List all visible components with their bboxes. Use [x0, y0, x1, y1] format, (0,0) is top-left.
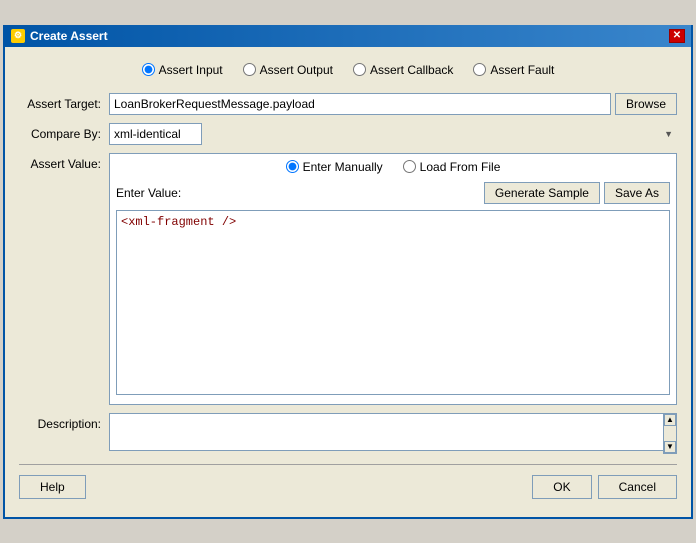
assert-input-label: Assert Input — [159, 63, 223, 77]
title-bar: ⚙ Create Assert ✕ — [5, 25, 691, 47]
close-button[interactable]: ✕ — [669, 29, 685, 43]
enter-manually-label: Enter Manually — [303, 160, 383, 174]
description-scrollbar[interactable]: ▲ ▼ — [663, 413, 677, 454]
description-input[interactable] — [109, 413, 677, 451]
footer-right-buttons: OK Cancel — [532, 475, 677, 499]
value-buttons: Generate Sample Save As — [484, 182, 670, 204]
assert-target-row: Assert Target: Browse — [19, 93, 677, 115]
title-bar-left: ⚙ Create Assert — [11, 29, 108, 43]
save-as-button[interactable]: Save As — [604, 182, 670, 204]
ok-button[interactable]: OK — [532, 475, 591, 499]
footer-row: Help OK Cancel — [19, 469, 677, 507]
compare-by-controls: xml-identical xml-similar exact contains — [109, 123, 677, 145]
assert-type-row: Assert Input Assert Output Assert Callba… — [19, 57, 677, 83]
window-title: Create Assert — [30, 29, 108, 43]
assert-fault-label: Assert Fault — [490, 63, 554, 77]
load-from-file-label: Load From File — [420, 160, 501, 174]
generate-sample-button[interactable]: Generate Sample — [484, 182, 600, 204]
assert-fault-option[interactable]: Assert Fault — [473, 63, 554, 77]
compare-by-label: Compare By: — [19, 127, 109, 141]
enter-manually-option[interactable]: Enter Manually — [286, 160, 383, 174]
assert-target-controls: Browse — [109, 93, 677, 115]
assert-output-label: Assert Output — [260, 63, 333, 77]
assert-input-option[interactable]: Assert Input — [142, 63, 223, 77]
dialog-content: Assert Input Assert Output Assert Callba… — [5, 47, 691, 517]
assert-callback-option[interactable]: Assert Callback — [353, 63, 453, 77]
compare-by-select[interactable]: xml-identical xml-similar exact contains — [109, 123, 202, 145]
scroll-down-button[interactable]: ▼ — [664, 441, 676, 453]
footer-divider — [19, 464, 677, 465]
assert-output-radio[interactable] — [243, 63, 256, 76]
create-assert-dialog: ⚙ Create Assert ✕ Assert Input Assert Ou… — [3, 25, 693, 519]
scroll-up-button[interactable]: ▲ — [664, 414, 676, 426]
help-button[interactable]: Help — [19, 475, 86, 499]
enter-manually-radio[interactable] — [286, 160, 299, 173]
description-area-wrapper: ▲ ▼ — [109, 413, 677, 454]
compare-by-row: Compare By: xml-identical xml-similar ex… — [19, 123, 677, 145]
load-from-file-radio[interactable] — [403, 160, 416, 173]
browse-button[interactable]: Browse — [615, 93, 677, 115]
assert-target-label: Assert Target: — [19, 97, 109, 111]
enter-value-row: Enter Value: Generate Sample Save As — [116, 182, 670, 204]
assert-value-label: Assert Value: — [19, 153, 109, 405]
assert-fault-radio[interactable] — [473, 63, 486, 76]
description-label: Description: — [19, 413, 109, 454]
enter-value-label: Enter Value: — [116, 186, 181, 200]
cancel-button[interactable]: Cancel — [598, 475, 677, 499]
value-source-row: Enter Manually Load From File — [116, 160, 670, 174]
assert-value-row: Assert Value: Enter Manually Load From F… — [19, 153, 677, 405]
code-editor[interactable] — [116, 210, 670, 395]
description-row: Description: ▲ ▼ — [19, 413, 677, 454]
assert-value-panel: Enter Manually Load From File Enter Valu… — [109, 153, 677, 405]
load-from-file-option[interactable]: Load From File — [403, 160, 501, 174]
assert-target-input[interactable] — [109, 93, 611, 115]
assert-callback-label: Assert Callback — [370, 63, 453, 77]
assert-output-option[interactable]: Assert Output — [243, 63, 333, 77]
compare-by-wrapper: xml-identical xml-similar exact contains — [109, 123, 677, 145]
assert-input-radio[interactable] — [142, 63, 155, 76]
window-icon: ⚙ — [11, 29, 25, 43]
assert-callback-radio[interactable] — [353, 63, 366, 76]
